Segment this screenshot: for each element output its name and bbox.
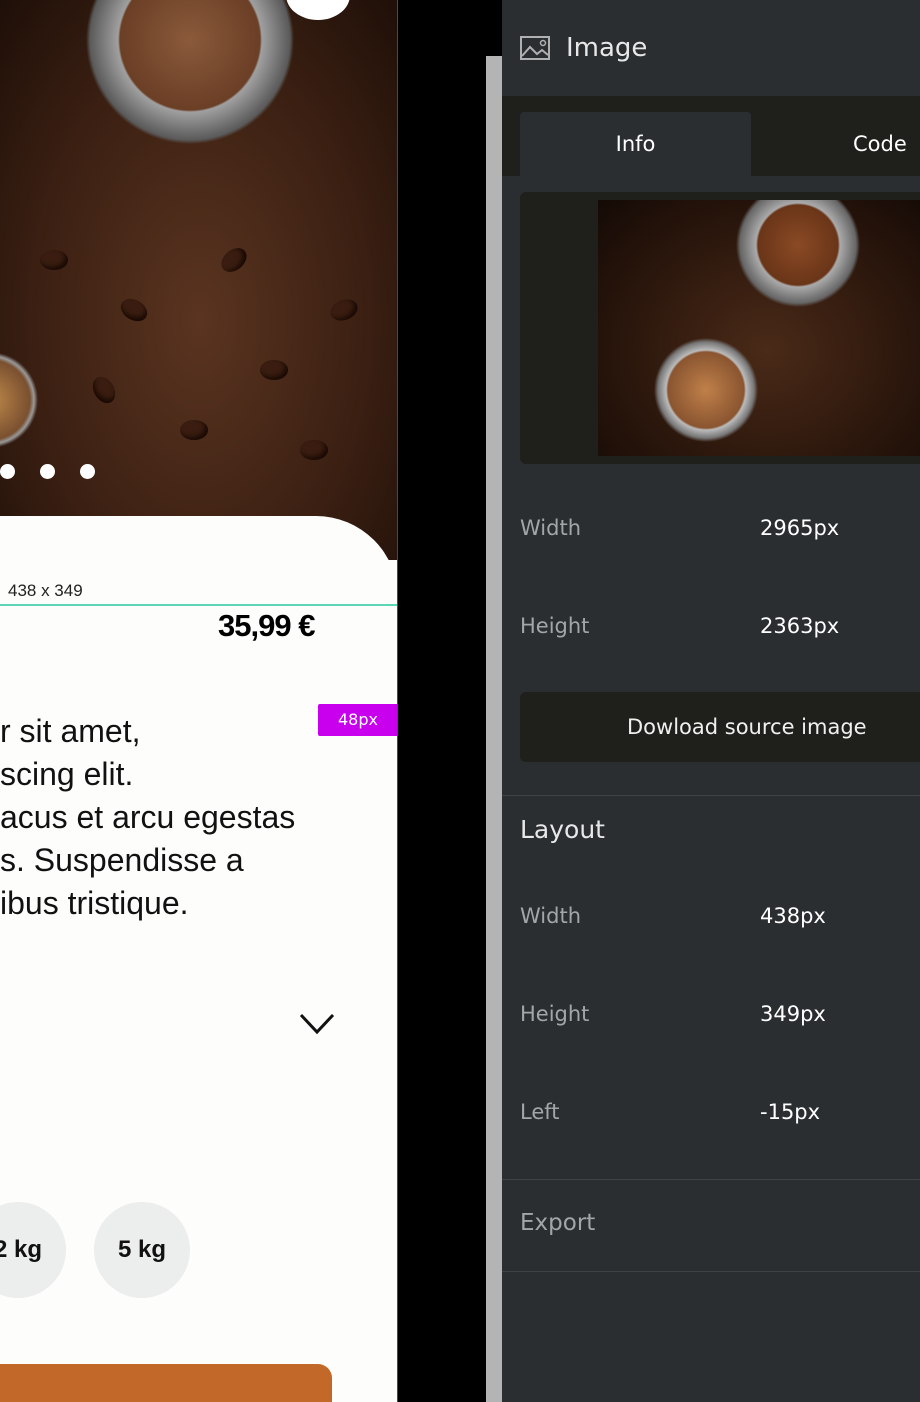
divider <box>502 1179 920 1180</box>
carousel-dot[interactable] <box>0 464 15 479</box>
chevron-down-icon[interactable] <box>298 1010 336 1036</box>
product-image[interactable] <box>0 0 397 560</box>
image-thumbnail-frame <box>520 192 920 464</box>
layout-width-label: Width <box>520 904 582 928</box>
inspector-panel: Image Info Code Width 2965px Height 2363… <box>502 0 920 1402</box>
divider <box>502 795 920 796</box>
spacing-badge: 48px <box>318 704 397 736</box>
download-source-button[interactable]: Dowload source image <box>520 692 920 762</box>
layout-height-value: 349px <box>760 1002 826 1026</box>
height-label: Height <box>520 614 590 638</box>
layout-heading: Layout <box>520 815 605 844</box>
dimension-label: 438 x 349 <box>8 581 83 600</box>
layout-left-label: Left <box>520 1100 560 1124</box>
add-to-cart-button[interactable] <box>0 1364 332 1402</box>
scrollbar[interactable] <box>486 56 502 1402</box>
product-description: r sit amet, scing elit. acus et arcu ege… <box>0 713 296 921</box>
panel-header: Image <box>502 0 920 96</box>
height-value: 2363px <box>760 614 840 638</box>
panel-title: Image <box>566 33 648 63</box>
carousel-dot[interactable] <box>40 464 55 479</box>
tab-code[interactable]: Code <box>770 112 920 176</box>
carousel-dot[interactable] <box>80 464 95 479</box>
image-thumbnail <box>598 200 920 456</box>
tab-info[interactable]: Info <box>520 112 751 176</box>
price: 35,99 € <box>218 608 315 643</box>
tab-bar: Info Code <box>502 96 920 176</box>
design-preview: 438 x 349 35,99 € 48px r sit amet, scing… <box>0 0 398 1402</box>
divider <box>502 1271 920 1272</box>
layout-left-value: -15px <box>760 1100 821 1124</box>
size-option-5kg[interactable]: 5 kg <box>94 1202 190 1298</box>
layout-height-label: Height <box>520 1002 590 1026</box>
layout-width-value: 438px <box>760 904 826 928</box>
export-section[interactable]: Export <box>520 1210 595 1236</box>
width-label: Width <box>520 516 582 540</box>
image-icon <box>520 36 550 60</box>
width-value: 2965px <box>760 516 840 540</box>
measure-guide <box>0 604 397 606</box>
